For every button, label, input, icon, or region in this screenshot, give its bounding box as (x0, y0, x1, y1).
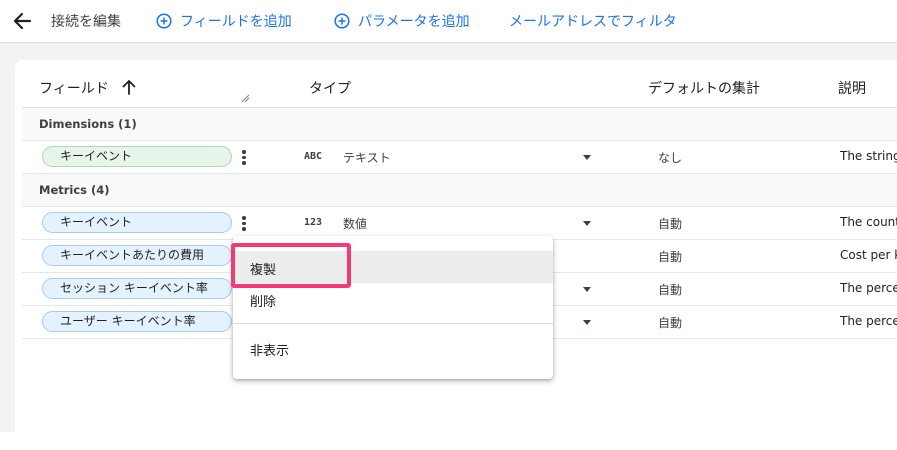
dimensions-section-label: Dimensions (1) (39, 117, 137, 131)
row-divider (22, 206, 897, 207)
description-value: The count (840, 215, 897, 229)
field-chip[interactable]: キーイベント (42, 212, 232, 233)
field-context-menu: 複製 削除 非表示 (233, 236, 553, 379)
menu-item-label: 複製 (250, 263, 277, 278)
description-value: The percer (840, 281, 897, 295)
column-resize-handle[interactable] (240, 88, 250, 103)
menu-item-label: 削除 (250, 295, 277, 310)
menu-item-hide[interactable]: 非表示 (233, 332, 553, 364)
description-value: The percen (840, 314, 897, 328)
menu-item-label: 非表示 (250, 344, 290, 359)
sort-ascending-icon[interactable] (120, 78, 138, 96)
add-circle-icon (156, 13, 172, 29)
aggregation-value: 自動 (658, 316, 683, 330)
text-type-icon: ABC (304, 151, 323, 162)
menu-item-delete[interactable]: 削除 (233, 283, 553, 315)
header-type: タイプ (309, 81, 351, 97)
header-default-aggregation: デフォルトの集計 (648, 81, 760, 97)
page-title: 接続を編集 (51, 14, 121, 30)
aggregation-value: 自動 (658, 217, 683, 231)
metrics-section-label: Metrics (4) (39, 183, 110, 197)
add-parameter-button[interactable]: パラメータを追加 (334, 11, 470, 31)
menu-item-duplicate[interactable]: 複製 (233, 251, 553, 283)
add-circle-icon (334, 13, 350, 29)
number-type-icon: 123 (304, 217, 323, 228)
dimensions-section-band (22, 108, 897, 140)
header-description: 説明 (838, 81, 866, 97)
back-arrow-icon[interactable] (10, 9, 36, 33)
field-chip[interactable]: セッション キーイベント率 (42, 278, 232, 299)
header-field[interactable]: フィールド (39, 78, 109, 98)
more-vert-icon[interactable] (238, 150, 250, 166)
row-divider (22, 140, 897, 141)
dropdown-arrow-icon[interactable] (583, 320, 591, 325)
dropdown-arrow-icon[interactable] (583, 155, 591, 160)
type-value: テキスト (343, 151, 391, 165)
field-chip[interactable]: ユーザー キーイベント率 (42, 311, 232, 332)
field-chip[interactable]: キーイベントあたりの費用 (42, 245, 232, 266)
filter-by-email-button[interactable]: メールアドレスでフィルタ (509, 11, 677, 31)
aggregation-value: 自動 (658, 283, 683, 297)
add-field-label: フィールドを追加 (180, 14, 292, 30)
more-vert-icon[interactable] (238, 216, 250, 232)
description-value: Cost per ke (840, 248, 897, 262)
field-chip[interactable]: キーイベント (42, 146, 232, 167)
add-field-button[interactable]: フィールドを追加 (156, 11, 292, 31)
menu-divider (233, 323, 553, 324)
top-toolbar: 接続を編集 フィールドを追加 パラメータを追加 メールアドレスでフィルタ (0, 0, 897, 43)
metrics-section-band (22, 174, 897, 206)
aggregation-value: なし (658, 151, 683, 165)
filter-by-email-label: メールアドレスでフィルタ (509, 14, 677, 30)
dropdown-arrow-icon[interactable] (583, 221, 591, 226)
description-value: The string (840, 149, 897, 163)
add-parameter-label: パラメータを追加 (358, 14, 470, 30)
aggregation-value: 自動 (658, 250, 683, 264)
type-value: 数値 (343, 217, 368, 231)
dropdown-arrow-icon[interactable] (583, 287, 591, 292)
